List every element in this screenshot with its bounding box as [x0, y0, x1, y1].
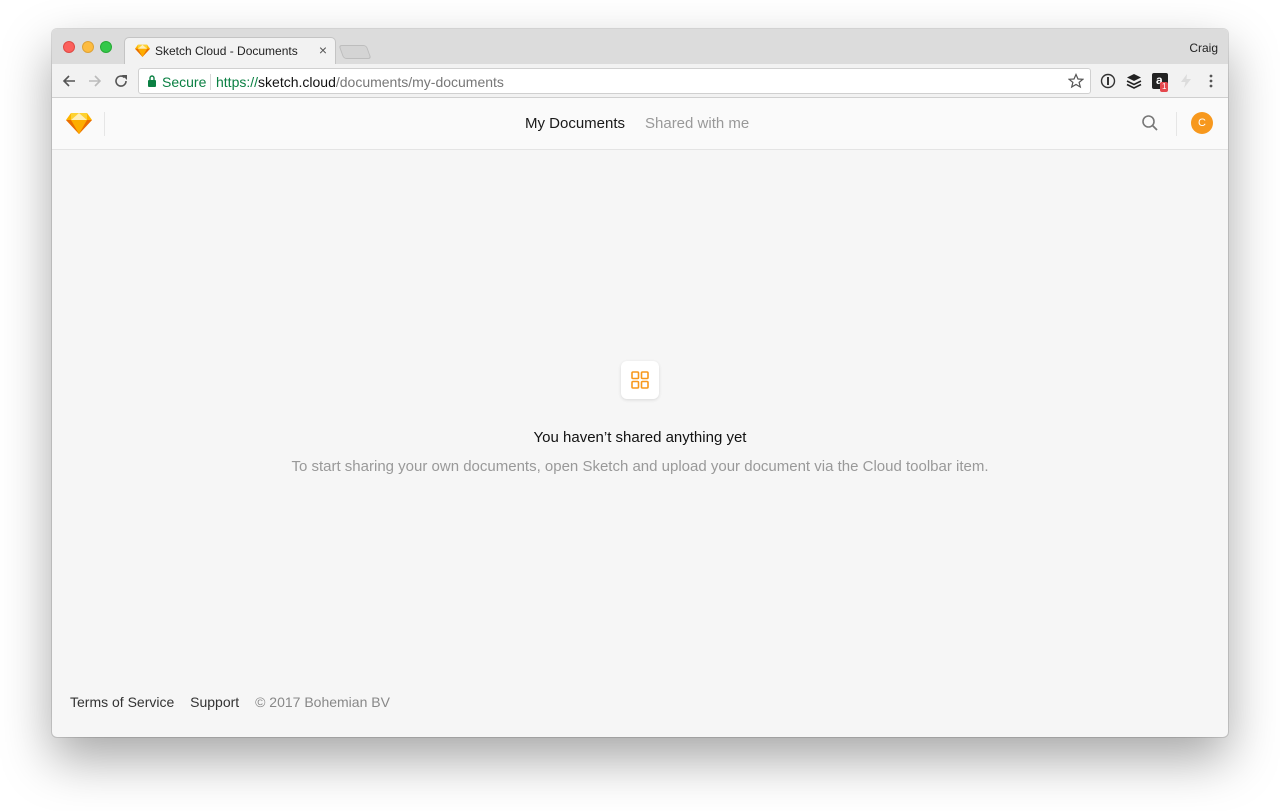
zoom-window-button[interactable]	[100, 41, 112, 53]
extension-badge: 1	[1160, 82, 1169, 92]
tab-title: Sketch Cloud - Documents	[155, 44, 298, 58]
secure-label: Secure	[162, 74, 207, 90]
lock-icon	[148, 75, 156, 87]
profile-name[interactable]: Craig	[1189, 41, 1218, 55]
empty-state-description: To start sharing your own documents, ope…	[291, 458, 989, 475]
empty-state-icon-box	[621, 361, 659, 399]
logo-divider	[104, 112, 105, 136]
url-path: /documents/my-documents	[335, 74, 504, 90]
copyright-text: © 2017 Bohemian BV	[255, 694, 390, 710]
tab-strip: Sketch Cloud - Documents × Craig	[52, 29, 1228, 65]
new-tab-button[interactable]	[338, 45, 372, 59]
terms-of-service-link[interactable]: Terms of Service	[70, 694, 174, 710]
app-header: My Documents Shared with me C	[52, 98, 1228, 150]
tab-my-documents[interactable]: My Documents	[525, 115, 625, 132]
grid-icon	[631, 371, 649, 389]
avatar[interactable]: C	[1191, 112, 1213, 134]
browser-window: Sketch Cloud - Documents × Craig Secure …	[52, 29, 1228, 737]
bookmark-star-icon[interactable]	[1068, 73, 1084, 89]
url-host: sketch.cloud	[258, 74, 336, 90]
search-icon[interactable]	[1141, 114, 1159, 132]
empty-state-title: You haven’t shared anything yet	[533, 429, 747, 446]
sketch-logo-icon[interactable]	[66, 112, 92, 134]
tab-shared-with-me[interactable]: Shared with me	[645, 115, 749, 132]
support-link[interactable]: Support	[190, 694, 239, 710]
reload-icon[interactable]	[112, 72, 130, 90]
close-window-button[interactable]	[63, 41, 75, 53]
address-divider	[210, 74, 211, 90]
header-divider	[1176, 112, 1177, 136]
tab-close-icon[interactable]: ×	[319, 42, 327, 58]
sketch-favicon-icon	[135, 44, 150, 57]
url-scheme: https://	[216, 74, 259, 90]
footer: Terms of Service Support © 2017 Bohemian…	[70, 694, 390, 710]
forward-arrow-icon[interactable]	[86, 72, 104, 90]
onepassword-icon[interactable]	[1100, 73, 1116, 89]
lightning-icon[interactable]	[1178, 73, 1194, 89]
kebab-menu-icon[interactable]	[1203, 73, 1219, 89]
url-text[interactable]: https://sketch.cloud/documents/my-docume…	[216, 74, 504, 90]
address-bar[interactable]: Secure https://sketch.cloud/documents/my…	[138, 68, 1091, 94]
minimize-window-button[interactable]	[82, 41, 94, 53]
browser-toolbar: Secure https://sketch.cloud/documents/my…	[52, 64, 1228, 98]
browser-tab[interactable]: Sketch Cloud - Documents ×	[124, 37, 336, 65]
back-arrow-icon[interactable]	[60, 72, 78, 90]
buffer-icon[interactable]	[1126, 73, 1142, 89]
extension-icon[interactable]: a 1	[1152, 73, 1169, 92]
